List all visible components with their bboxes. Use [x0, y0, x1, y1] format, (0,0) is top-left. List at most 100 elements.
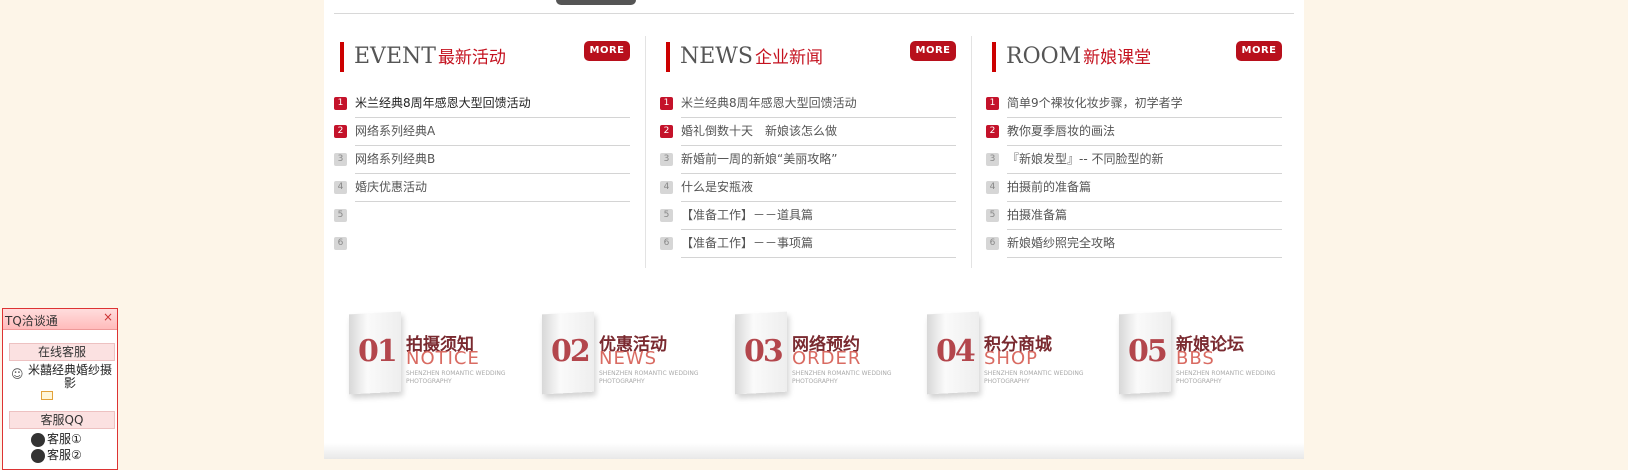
list-item[interactable]: 1 米兰经典8周年感恩大型回馈活动 — [660, 90, 956, 118]
rank-badge: 4 — [986, 181, 999, 194]
event-list: 1 米兰经典8周年感恩大型回馈活动 2 网络系列经典A 3 网络系列经典B 4 婚庆优惠… — [334, 90, 630, 258]
banner-title-en: NEWS — [599, 348, 658, 369]
room-list: 1 简单9个裸妆化妆步骤，初学者学 2 教你夏季唇妆的画法 3 『新娘发型』-- 不同… — [986, 90, 1282, 258]
list-item[interactable]: 2 教你夏季唇妆的画法 — [986, 118, 1282, 146]
close-icon[interactable]: × — [103, 310, 113, 324]
nav-tab-indicator — [556, 0, 636, 5]
title-bar-decoration — [340, 42, 344, 72]
list-item[interactable]: 1 米兰经典8周年感恩大型回馈活动 — [334, 90, 630, 118]
list-item[interactable]: 3 『新娘发型』-- 不同脸型的新 — [986, 146, 1282, 174]
rank-badge: 4 — [334, 181, 347, 194]
item-link[interactable]: 【准备工作】－－事项篇 — [681, 234, 813, 251]
qq-icon — [31, 432, 45, 447]
item-link[interactable]: 婚庆优惠活动 — [355, 178, 427, 195]
rank-badge: 3 — [660, 153, 673, 166]
section-header: ROOM 新娘课堂 MORE — [986, 36, 1282, 76]
more-button[interactable]: MORE — [1236, 41, 1282, 61]
list-item[interactable]: 3 新婚前一周的新娘“美丽攻略” — [660, 146, 956, 174]
banner-number: 03 — [744, 334, 784, 369]
rank-badge: 2 — [660, 125, 673, 138]
banner-title-en: ORDER — [792, 348, 862, 369]
qq-icon — [31, 448, 45, 463]
main-content: EVENT 最新活动 MORE 1 米兰经典8周年感恩大型回馈活动 2 网络系列经典A… — [324, 0, 1304, 459]
list-item[interactable]: 1 简单9个裸妆化妆步骤，初学者学 — [986, 90, 1282, 118]
column-divider — [645, 36, 646, 268]
list-item[interactable]: 5 【准备工作】－－道具篇 — [660, 202, 956, 230]
item-link[interactable]: 新婚前一周的新娘“美丽攻略” — [681, 150, 837, 167]
banner-order[interactable]: 03 网络预约 ORDER SHENZHEN ROMANTIC WEDDING … — [720, 308, 905, 398]
more-button[interactable]: MORE — [910, 41, 956, 61]
list-item[interactable]: 2 婚礼倒数十天 新娘该怎么做 — [660, 118, 956, 146]
section-title: EVENT 最新活动 — [354, 44, 506, 69]
item-link[interactable]: 简单9个裸妆化妆步骤，初学者学 — [1007, 94, 1183, 111]
page-footer-shadow — [324, 443, 1304, 459]
item-link[interactable]: 拍摄准备篇 — [1007, 206, 1067, 223]
rank-badge: 5 — [660, 209, 673, 222]
item-link[interactable]: 网络系列经典A — [355, 122, 435, 139]
banner-notice[interactable]: 01 拍摄须知 NOTICE SHENZHEN ROMANTIC WEDDING… — [334, 308, 519, 398]
rank-badge: 4 — [660, 181, 673, 194]
tq-qq-item[interactable]: 客服① — [31, 430, 82, 447]
rank-badge: 6 — [986, 237, 999, 250]
banner-shop[interactable]: 04 积分商城 SHOP SHENZHEN ROMANTIC WEDDING P… — [912, 308, 1097, 398]
rank-badge: 2 — [334, 125, 347, 138]
banner-subtitle: SHENZHEN ROMANTIC WEDDING PHOTOGRAPHY — [984, 370, 1084, 385]
list-item[interactable]: 4 拍摄前的准备篇 — [986, 174, 1282, 202]
banner-number: 04 — [936, 334, 976, 369]
rank-badge: 3 — [986, 153, 999, 166]
banner-subtitle: SHENZHEN ROMANTIC WEDDING PHOTOGRAPHY — [1176, 370, 1276, 385]
list-item[interactable]: 3 网络系列经典B — [334, 146, 630, 174]
title-bar-decoration — [666, 42, 670, 72]
item-link[interactable]: 米兰经典8周年感恩大型回馈活动 — [355, 94, 531, 111]
title-bar-decoration — [992, 42, 996, 72]
column-divider — [971, 36, 972, 268]
tq-qq-item[interactable]: 客服② — [31, 446, 82, 463]
list-item[interactable]: 5 拍摄准备篇 — [986, 202, 1282, 230]
banner-subtitle: SHENZHEN ROMANTIC WEDDING PHOTOGRAPHY — [599, 370, 699, 385]
banner-subtitle: SHENZHEN ROMANTIC WEDDING PHOTOGRAPHY — [792, 370, 892, 385]
item-link[interactable]: 教你夏季唇妆的画法 — [1007, 122, 1115, 139]
section-header: NEWS 企业新闻 MORE — [660, 36, 956, 76]
tq-title: TQ洽谈通 — [5, 314, 58, 328]
news-section: NEWS 企业新闻 MORE 1 米兰经典8周年感恩大型回馈活动 2 婚礼倒数十天 新… — [660, 36, 956, 268]
banner-subtitle: SHENZHEN ROMANTIC WEDDING PHOTOGRAPHY — [406, 370, 506, 385]
more-button[interactable]: MORE — [584, 41, 630, 61]
tq-header: TQ洽谈通 × — [3, 309, 117, 330]
tq-qq-header: 客服QQ — [9, 411, 115, 429]
mail-icon[interactable] — [41, 391, 53, 400]
section-title: NEWS 企业新闻 — [680, 44, 823, 69]
list-item[interactable]: 4 婚庆优惠活动 — [334, 174, 630, 202]
banner-number: 05 — [1128, 334, 1168, 369]
item-link[interactable]: 『新娘发型』-- 不同脸型的新 — [1007, 150, 1163, 167]
list-item[interactable]: 6 新娘婚纱照完全攻略 — [986, 230, 1282, 258]
item-link[interactable]: 婚礼倒数十天 新娘该怎么做 — [681, 122, 837, 139]
list-item[interactable]: 2 网络系列经典A — [334, 118, 630, 146]
section-header: EVENT 最新活动 MORE — [334, 36, 630, 76]
rank-badge: 1 — [986, 97, 999, 110]
service-icon: ☺ — [11, 367, 24, 381]
rank-badge: 2 — [986, 125, 999, 138]
section-title: ROOM 新娘课堂 — [1006, 44, 1152, 69]
event-section: EVENT 最新活动 MORE 1 米兰经典8周年感恩大型回馈活动 2 网络系列经典A… — [334, 36, 630, 268]
rank-badge: 1 — [334, 97, 347, 110]
banner-number: 02 — [551, 334, 591, 369]
item-link[interactable]: 新娘婚纱照完全攻略 — [1007, 234, 1115, 251]
list-item[interactable]: 4 什么是安瓶液 — [660, 174, 956, 202]
item-link[interactable]: 米兰经典8周年感恩大型回馈活动 — [681, 94, 857, 111]
item-link[interactable]: 网络系列经典B — [355, 150, 435, 167]
item-link[interactable]: 拍摄前的准备篇 — [1007, 178, 1091, 195]
list-item: 5 — [334, 202, 630, 230]
banner-title-en: BBS — [1176, 348, 1215, 369]
tq-company-link[interactable]: 米囍经典婚纱摄影 — [25, 364, 115, 390]
rank-badge: 1 — [660, 97, 673, 110]
list-item[interactable]: 6 【准备工作】－－事项篇 — [660, 230, 956, 258]
banner-news[interactable]: 02 优惠活动 NEWS SHENZHEN ROMANTIC WEDDING P… — [527, 308, 712, 398]
item-link[interactable]: 什么是安瓶液 — [681, 178, 753, 195]
banner-bbs[interactable]: 05 新娘论坛 BBS SHENZHEN ROMANTIC WEDDING PH… — [1104, 308, 1289, 398]
room-section: ROOM 新娘课堂 MORE 1 简单9个裸妆化妆步骤，初学者学 2 教你夏季唇妆的画… — [986, 36, 1282, 268]
top-divider — [334, 13, 1294, 14]
banner-title-en: SHOP — [984, 348, 1038, 369]
item-link[interactable]: 【准备工作】－－道具篇 — [681, 206, 813, 223]
feature-banners: 01 拍摄须知 NOTICE SHENZHEN ROMANTIC WEDDING… — [334, 308, 1294, 398]
news-list: 1 米兰经典8周年感恩大型回馈活动 2 婚礼倒数十天 新娘该怎么做 3 新婚前一周的新… — [660, 90, 956, 258]
